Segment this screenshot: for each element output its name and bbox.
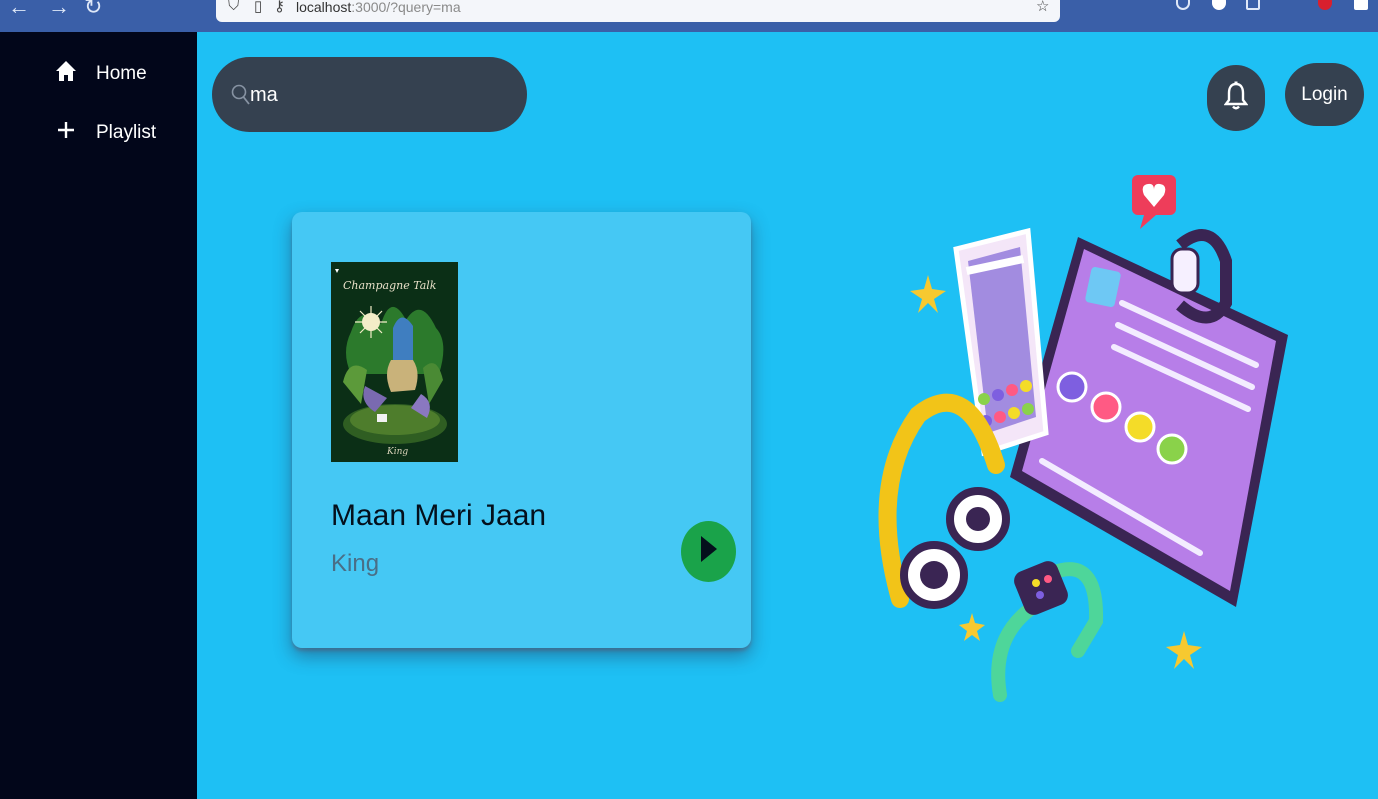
- bell-icon: [1223, 81, 1249, 116]
- song-artist: King: [331, 550, 380, 577]
- search-icon: [231, 84, 251, 111]
- sidebar-item-label: Playlist: [96, 122, 157, 143]
- shield-icon: ⛉: [228, 0, 240, 14]
- svg-text:King: King: [386, 447, 408, 457]
- back-icon[interactable]: ←: [8, 0, 30, 20]
- reload-icon[interactable]: ↻: [84, 0, 102, 20]
- play-button[interactable]: [681, 521, 736, 582]
- home-icon: [52, 60, 80, 88]
- svg-text:Champagne Talk: Champagne Talk: [343, 279, 437, 292]
- search-input[interactable]: [250, 79, 510, 111]
- song-card[interactable]: Champagne Talk King Maan Meri Jaan King: [292, 212, 751, 648]
- sidebar-item-playlist[interactable]: Playlist: [52, 120, 156, 146]
- extensions-icon[interactable]: [1246, 0, 1260, 10]
- bookmark-star-icon[interactable]: ☆: [1036, 0, 1049, 15]
- menu-icon[interactable]: [1354, 0, 1368, 10]
- browser-toolbar: ← → ↻ ⛉ ▯ ⚷ localhost:3000/?query=ma ☆: [0, 0, 1378, 32]
- notification-button[interactable]: [1207, 65, 1265, 131]
- page-icon: ▯: [254, 0, 263, 15]
- addon-icon[interactable]: [1318, 0, 1332, 10]
- connection-icon: ⚷: [274, 0, 285, 15]
- pocket-icon[interactable]: [1176, 0, 1190, 10]
- login-button[interactable]: Login: [1285, 63, 1364, 126]
- sidebar-item-home[interactable]: Home: [52, 60, 147, 88]
- sidebar: Home Playlist: [0, 32, 197, 799]
- search-bar: [212, 57, 527, 132]
- sidebar-item-label: Home: [96, 63, 147, 84]
- song-title: Maan Meri Jaan: [331, 499, 547, 532]
- album-cover: Champagne Talk King: [331, 262, 458, 462]
- forward-icon[interactable]: →: [48, 0, 70, 20]
- extension-shield-icon[interactable]: [1212, 0, 1226, 10]
- play-icon: [700, 535, 718, 568]
- devices-illustration: [860, 165, 1300, 715]
- plus-icon: [52, 120, 80, 146]
- address-bar[interactable]: ⛉ ▯ ⚷ localhost:3000/?query=ma ☆: [216, 0, 1060, 22]
- url-text: localhost:3000/?query=ma: [296, 0, 461, 15]
